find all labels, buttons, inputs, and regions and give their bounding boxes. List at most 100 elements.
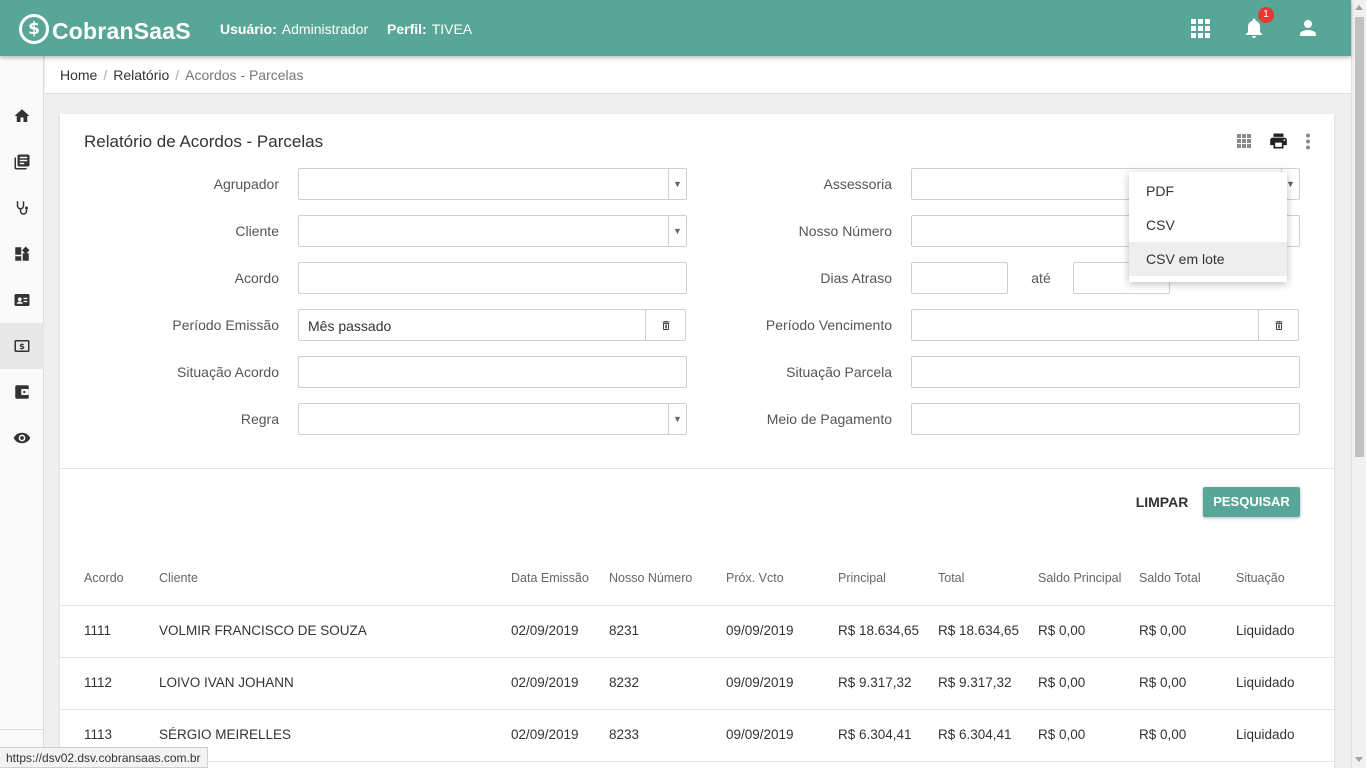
dias-atraso-to-label: até	[1031, 270, 1051, 286]
vertical-scrollbar[interactable]	[1351, 0, 1366, 768]
scrollbar-thumb[interactable]	[1355, 17, 1364, 457]
situacao-acordo-input[interactable]	[298, 356, 687, 388]
meio-pagamento-input[interactable]	[911, 403, 1300, 435]
clear-button[interactable]: LIMPAR	[1131, 487, 1193, 517]
nosso-numero-label: Nosso Número	[798, 223, 892, 239]
chevron-down-icon[interactable]: ▼	[668, 404, 686, 434]
column-header-prox-vcto[interactable]: Próx. Vcto	[726, 571, 784, 585]
acordo-input[interactable]	[298, 262, 687, 294]
profile-label: Perfil:	[387, 21, 427, 37]
scroll-up-arrow-icon[interactable]	[1355, 5, 1363, 10]
column-header-principal[interactable]: Principal	[838, 571, 886, 585]
current-profile: Perfil: TIVEA	[387, 21, 472, 37]
breadcrumb-separator: /	[103, 67, 108, 83]
cell-cliente: LOIVO IVAN JOHANN	[159, 675, 294, 690]
columns-grid-icon[interactable]	[1236, 133, 1252, 149]
situacao-parcela-input[interactable]	[911, 356, 1300, 388]
search-button[interactable]: PESQUISAR	[1203, 487, 1300, 517]
periodo-emissao-label: Período Emissão	[172, 317, 279, 333]
brand-name: CobranSaaS	[52, 18, 191, 44]
column-header-nosso-numero[interactable]: Nosso Número	[609, 571, 692, 585]
agrupador-select[interactable]: ▼	[298, 168, 687, 200]
acordo-label: Acordo	[234, 270, 279, 286]
regra-select[interactable]: ▼	[298, 403, 687, 435]
sidebar-item-library[interactable]	[0, 139, 44, 185]
cell-prox-vcto: 09/09/2019	[726, 623, 794, 638]
cell-acordo: 1113	[84, 727, 113, 742]
regra-label: Regra	[240, 411, 279, 427]
cell-data-emissao: 02/09/2019	[511, 727, 579, 742]
sidebar-item-contacts[interactable]	[0, 277, 44, 323]
chevron-down-icon[interactable]: ▼	[668, 216, 686, 246]
situacao-acordo-label: Situação Acordo	[177, 364, 279, 380]
export-csv-batch-option[interactable]: CSV em lote	[1129, 242, 1287, 276]
column-header-data-emissao[interactable]: Data Emissão	[511, 571, 589, 585]
cell-cliente: VOLMIR FRANCISCO DE SOUZA	[159, 623, 367, 638]
more-vertical-icon[interactable]	[1302, 133, 1314, 150]
export-csv-option[interactable]: CSV	[1129, 208, 1287, 242]
trash-icon[interactable]	[1258, 310, 1298, 340]
cell-saldo-principal: R$ 0,00	[1038, 675, 1086, 690]
cell-data-emissao: 02/09/2019	[511, 675, 579, 690]
meio-pagamento-label: Meio de Pagamento	[766, 411, 892, 427]
chevron-down-icon[interactable]: ▼	[668, 169, 686, 199]
sidebar-nav: $	[0, 56, 44, 768]
breadcrumb-report[interactable]: Relatório	[113, 67, 169, 83]
row-divider	[60, 709, 1334, 710]
scroll-down-arrow-icon[interactable]	[1355, 757, 1363, 762]
contact-card-icon	[14, 294, 30, 306]
periodo-vencimento-input[interactable]	[911, 309, 1299, 341]
sidebar-item-stethoscope[interactable]	[0, 185, 44, 231]
trash-icon[interactable]	[645, 310, 685, 340]
cell-nosso-numero: 8233	[609, 727, 640, 742]
user-value: Administrador	[281, 21, 369, 37]
cell-principal: R$ 18.634,65	[838, 623, 920, 638]
cell-saldo-total: R$ 0,00	[1139, 623, 1187, 638]
column-header-saldo-principal[interactable]: Saldo Principal	[1038, 571, 1121, 585]
cell-nosso-numero: 8231	[609, 623, 640, 638]
cell-saldo-principal: R$ 0,00	[1038, 623, 1086, 638]
row-divider	[60, 657, 1334, 658]
print-icon[interactable]	[1268, 131, 1289, 151]
dias-atraso-from-input[interactable]	[911, 262, 1008, 294]
cell-total: R$ 18.634,65	[938, 623, 1020, 638]
breadcrumb-current: Acordos - Parcelas	[185, 67, 304, 83]
notification-badge: 1	[1258, 7, 1274, 23]
periodo-vencimento-label: Período Vencimento	[765, 317, 892, 333]
sidebar-item-wallet[interactable]	[0, 369, 44, 415]
column-header-situacao[interactable]: Situação	[1236, 571, 1285, 585]
library-books-icon	[14, 154, 30, 170]
sidebar-item-dashboard[interactable]	[0, 231, 44, 277]
sidebar-divider	[0, 729, 44, 730]
column-header-total[interactable]: Total	[938, 571, 964, 585]
agrupador-label: Agrupador	[213, 176, 279, 192]
cell-prox-vcto: 09/09/2019	[726, 727, 794, 742]
stethoscope-icon	[16, 201, 28, 215]
export-pdf-option[interactable]: PDF	[1129, 174, 1287, 208]
dollar-coin-icon: $	[19, 13, 49, 44]
cell-cliente: SÉRGIO MEIRELLES	[159, 727, 292, 742]
cell-total: R$ 6.304,41	[938, 727, 1012, 742]
cell-data-emissao: 02/09/2019	[511, 623, 579, 638]
user-label: Usuário:	[220, 21, 277, 37]
assessoria-label: Assessoria	[823, 176, 892, 192]
cell-saldo-principal: R$ 0,00	[1038, 727, 1086, 742]
sidebar-item-home[interactable]	[0, 93, 44, 139]
top-app-bar: $ CobranSaaS Usuário: Administrador Perfi…	[0, 0, 1351, 56]
breadcrumb-home[interactable]: Home	[60, 67, 97, 83]
column-header-cliente[interactable]: Cliente	[159, 571, 198, 585]
brand-logo[interactable]: $ CobranSaaS	[19, 12, 191, 45]
apps-grid-icon[interactable]	[1188, 16, 1212, 40]
dashboard-icon	[15, 246, 30, 261]
column-header-acordo[interactable]: Acordo	[84, 571, 124, 585]
cliente-select[interactable]: ▼	[298, 215, 687, 247]
form-divider	[60, 468, 1334, 469]
sidebar-item-view[interactable]	[0, 415, 44, 461]
home-icon	[14, 109, 30, 122]
account-icon[interactable]	[1296, 16, 1320, 40]
cell-saldo-total: R$ 0,00	[1139, 675, 1187, 690]
periodo-emissao-input[interactable]: Mês passado	[298, 309, 686, 341]
cell-situacao: Liquidado	[1236, 675, 1295, 690]
sidebar-item-reports[interactable]: $	[0, 323, 44, 369]
column-header-saldo-total[interactable]: Saldo Total	[1139, 571, 1201, 585]
